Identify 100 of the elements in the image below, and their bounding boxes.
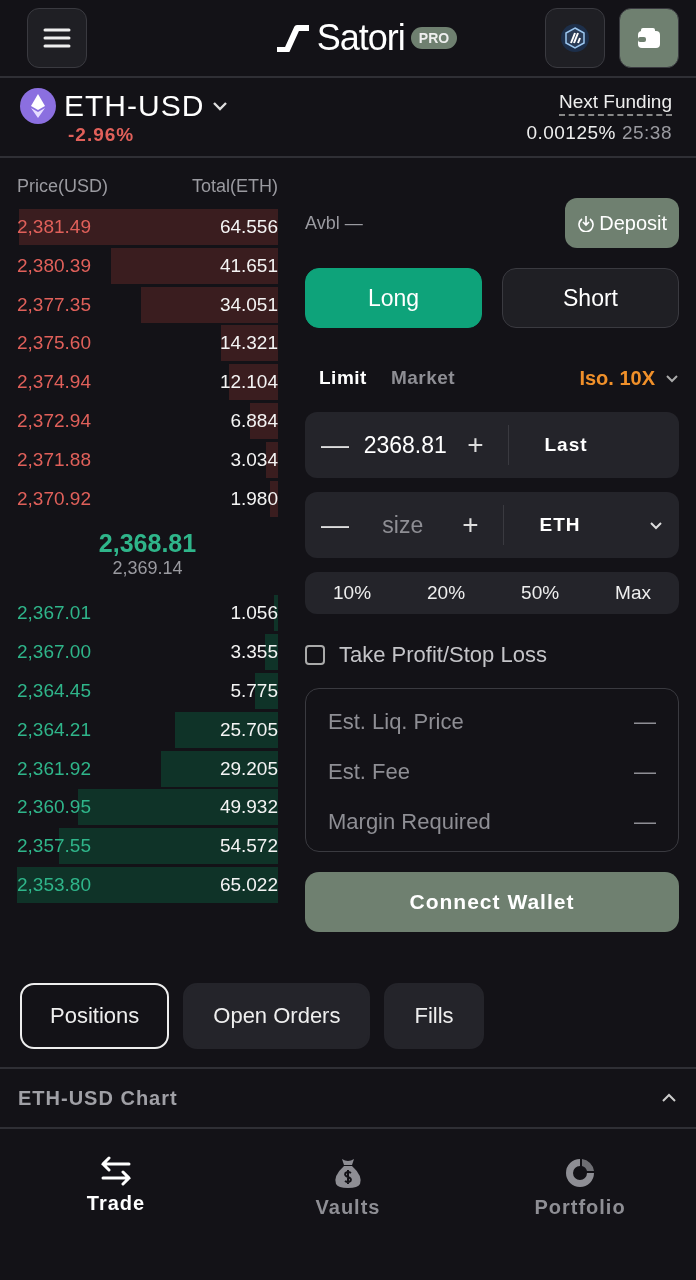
bid-price: 2,357.55: [17, 835, 91, 858]
order-book-row[interactable]: 2,371.88 3.034: [17, 441, 278, 478]
ask-total: 1.980: [230, 487, 278, 510]
ask-price: 2,370.92: [17, 487, 91, 510]
section-title: ETH-USD Chart: [18, 1086, 178, 1110]
order-book-row[interactable]: 2,364.21 25.705: [17, 711, 278, 748]
mark-price: 2,369.14: [112, 558, 183, 580]
column-header: Total(ETH): [192, 176, 278, 197]
order-book-row[interactable]: 2,370.92 1.980: [17, 480, 278, 517]
percentage-button[interactable]: 20%: [421, 572, 472, 614]
ask-total: 3.034: [230, 448, 278, 471]
side-tab[interactable]: Short: [502, 268, 679, 328]
price-field[interactable]: — 2368.81 + Last: [305, 412, 679, 478]
order-book-row[interactable]: 2,381.49 64.556: [17, 209, 278, 245]
ask-price: 2,374.94: [17, 371, 91, 394]
column-header: Price(USD): [17, 176, 108, 197]
order-book-row[interactable]: 2,367.01 1.056: [17, 595, 278, 632]
bid-total: 25.705: [219, 718, 278, 741]
decrement-button[interactable]: —: [321, 429, 349, 461]
ask-price: 2,372.94: [17, 410, 91, 432]
logo-icon: [274, 24, 311, 52]
order-type-tab[interactable]: Limit: [311, 367, 377, 389]
nav-item[interactable]: Trade: [46, 1155, 186, 1220]
order-book-row[interactable]: 2,367.00 3.355: [17, 634, 278, 671]
bid-total: 1.056: [230, 602, 278, 625]
ask-price: 2,371.88: [17, 448, 91, 471]
bid-price: 2,353.80: [17, 873, 91, 896]
ask-price: 2,380.39: [17, 254, 91, 277]
ethereum-icon: [20, 88, 56, 124]
order-book-row[interactable]: 2,372.94 6.884: [17, 403, 278, 439]
chevron-down-icon: [212, 101, 229, 111]
tab[interactable]: Positions: [20, 983, 170, 1049]
decrement-button[interactable]: —: [321, 509, 349, 541]
chevron-down-icon: [649, 520, 663, 530]
increment-button[interactable]: +: [461, 429, 490, 461]
wallet-button[interactable]: [619, 8, 679, 68]
checkbox-label: Take Profit/Stop Loss: [339, 642, 547, 668]
size-field[interactable]: — size + ETH: [305, 492, 679, 558]
funding-rate: 0.00125%: [526, 121, 616, 144]
bid-price: 2,364.21: [17, 718, 91, 741]
unit-selector[interactable]: ETH: [523, 513, 649, 537]
network-button[interactable]: [545, 8, 605, 68]
download-icon: [577, 214, 596, 232]
ask-price: 2,377.35: [17, 293, 91, 316]
funding-countdown: 25:38: [621, 121, 672, 144]
estimate-label: Margin Required: [328, 809, 491, 835]
estimate-value: —: [634, 809, 656, 835]
order-book-row[interactable]: 2,375.60 14.321: [17, 325, 278, 362]
available-balance: Avbl —: [305, 212, 363, 234]
order-book-row[interactable]: 2,380.39 41.651: [17, 247, 278, 284]
connect-wallet-button[interactable]: Connect Wallet: [305, 872, 679, 932]
estimate-label: Est. Fee: [328, 759, 410, 785]
pro-badge: PRO: [410, 27, 458, 49]
bid-total: 5.775: [230, 679, 278, 702]
tab[interactable]: Open Orders: [183, 983, 371, 1049]
bid-price: 2,360.95: [17, 796, 91, 819]
last-price-button[interactable]: Last: [528, 433, 663, 457]
nav-item[interactable]: Vaults: [278, 1155, 418, 1220]
order-book-row[interactable]: 2,360.95 49.932: [17, 789, 278, 826]
bid-total: 65.022: [219, 873, 278, 896]
order-book-row[interactable]: 2,364.45 5.775: [17, 672, 278, 709]
wallet-icon: [637, 27, 661, 49]
chevron-up-icon[interactable]: [660, 1092, 678, 1104]
pie-chart-icon: [563, 1156, 597, 1190]
price-value: 2368.81: [362, 431, 448, 459]
order-type-tab[interactable]: Market: [382, 367, 466, 389]
increment-button[interactable]: +: [456, 509, 485, 541]
chevron-down-icon: [665, 373, 679, 383]
market-selector[interactable]: ETH-USD: [64, 89, 205, 123]
estimate-value: —: [634, 759, 656, 785]
order-book-row[interactable]: 2,374.94 12.104: [17, 364, 278, 401]
leverage-selector[interactable]: Iso. 10X: [575, 366, 659, 390]
bid-price: 2,364.45: [17, 679, 91, 702]
last-price: 2,368.81: [98, 529, 197, 559]
checkbox[interactable]: [305, 645, 325, 665]
price-change: -2.96%: [68, 124, 135, 145]
estimate-value: —: [634, 709, 656, 735]
order-book-row[interactable]: 2,361.92 29.205: [17, 750, 278, 787]
percentage-button[interactable]: Max: [609, 572, 657, 614]
nav-item[interactable]: Portfolio: [510, 1155, 650, 1220]
menu-button[interactable]: [27, 8, 87, 68]
app-logo: Satori: [316, 17, 405, 59]
ask-total: 12.104: [219, 371, 278, 394]
ask-price: 2,381.49: [17, 216, 91, 238]
deposit-button[interactable]: Deposit: [565, 198, 679, 248]
percentage-button[interactable]: 10%: [327, 572, 378, 614]
ask-total: 6.884: [230, 410, 278, 432]
order-book-row[interactable]: 2,353.80 65.022: [17, 866, 278, 903]
percentage-button[interactable]: 50%: [515, 572, 566, 614]
order-book-row[interactable]: 2,377.35 34.051: [17, 286, 278, 323]
ask-total: 14.321: [219, 332, 278, 355]
bid-price: 2,361.92: [17, 757, 91, 780]
bid-total: 3.355: [230, 641, 278, 664]
bid-total: 49.932: [219, 796, 278, 819]
network-icon: [560, 23, 590, 53]
estimate-label: Est. Liq. Price: [328, 709, 464, 735]
tab[interactable]: Fills: [384, 983, 484, 1049]
menu-icon: [43, 27, 71, 49]
order-book-row[interactable]: 2,357.55 54.572: [17, 828, 278, 865]
funding-label: Next Funding: [559, 90, 672, 116]
